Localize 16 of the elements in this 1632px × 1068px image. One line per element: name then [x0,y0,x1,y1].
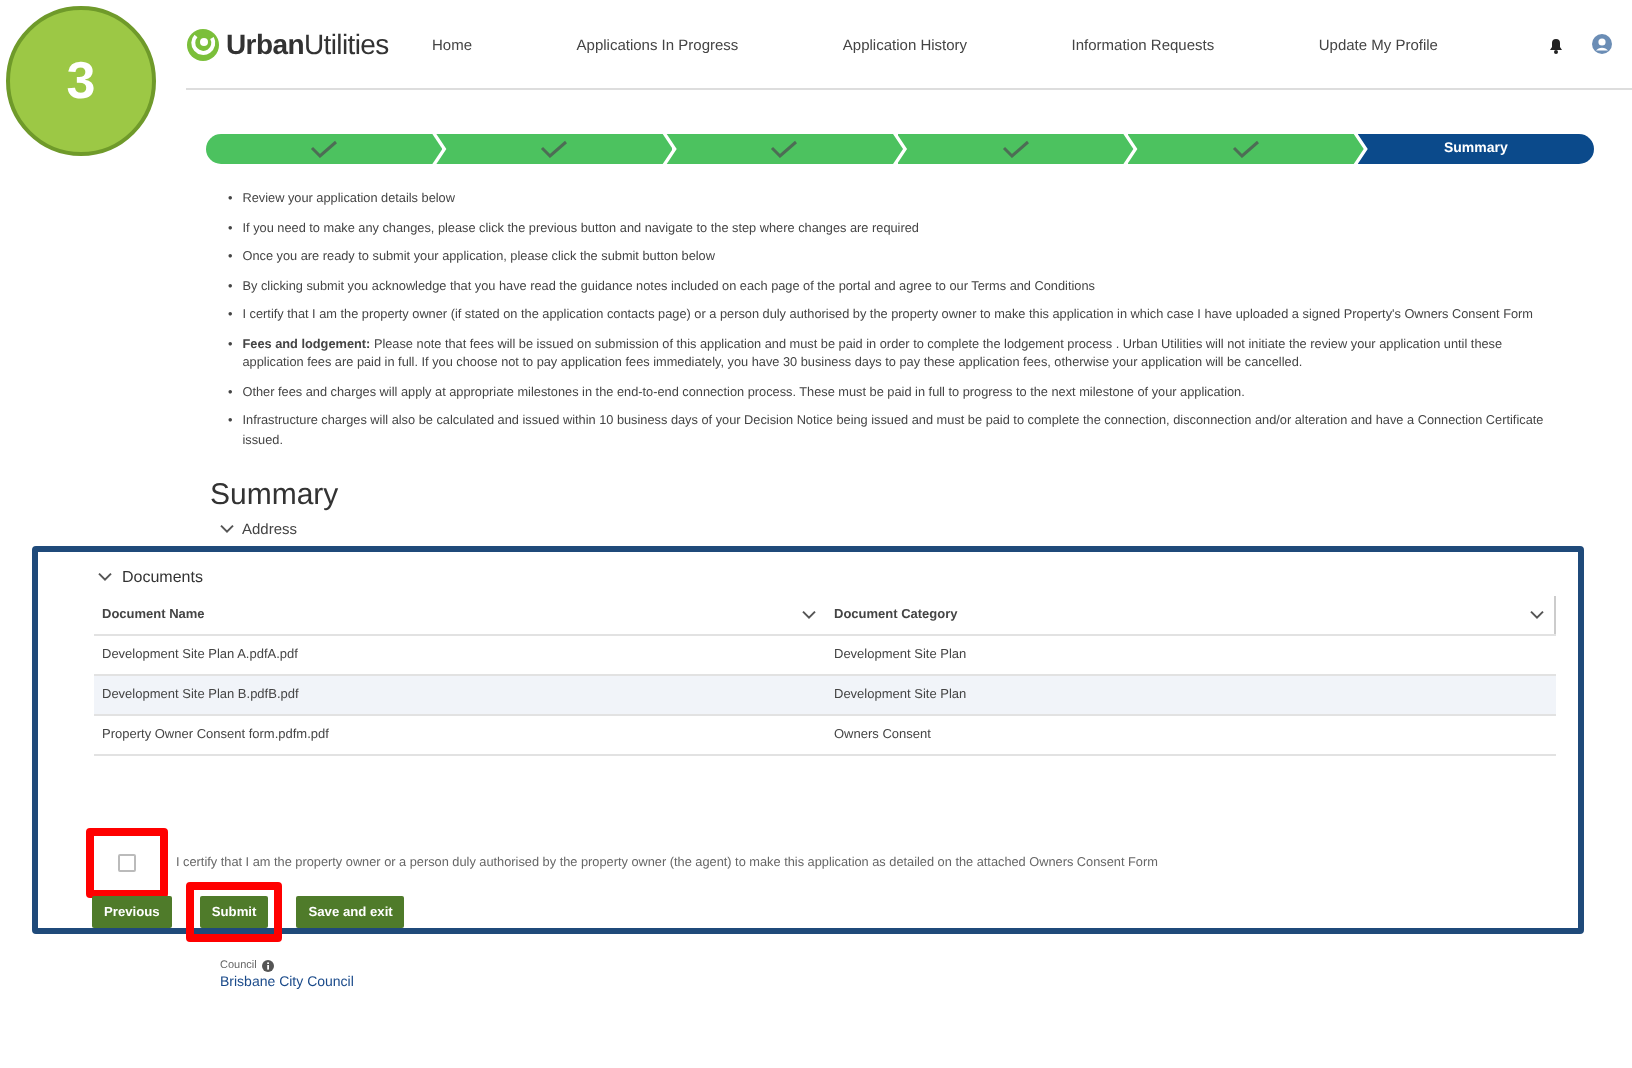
certify-checkbox[interactable] [118,854,136,872]
user-avatar-icon[interactable] [1592,34,1612,54]
check-icon [1231,140,1260,158]
brand-name: UrbanUtilities [226,28,389,60]
chevron-down-icon [1530,610,1544,620]
section-toggle[interactable]: Documents [122,568,203,586]
bell-icon[interactable] [1548,35,1564,53]
page-heading: Summary [210,478,341,512]
check-icon [1001,140,1030,158]
step-number-badge: 3 [6,6,156,156]
check-icon [310,140,339,158]
check-icon [540,140,569,158]
info-icon[interactable] [262,960,275,972]
check-icon [770,140,799,158]
logo-icon [186,27,220,61]
chevron-down-icon [802,610,816,620]
